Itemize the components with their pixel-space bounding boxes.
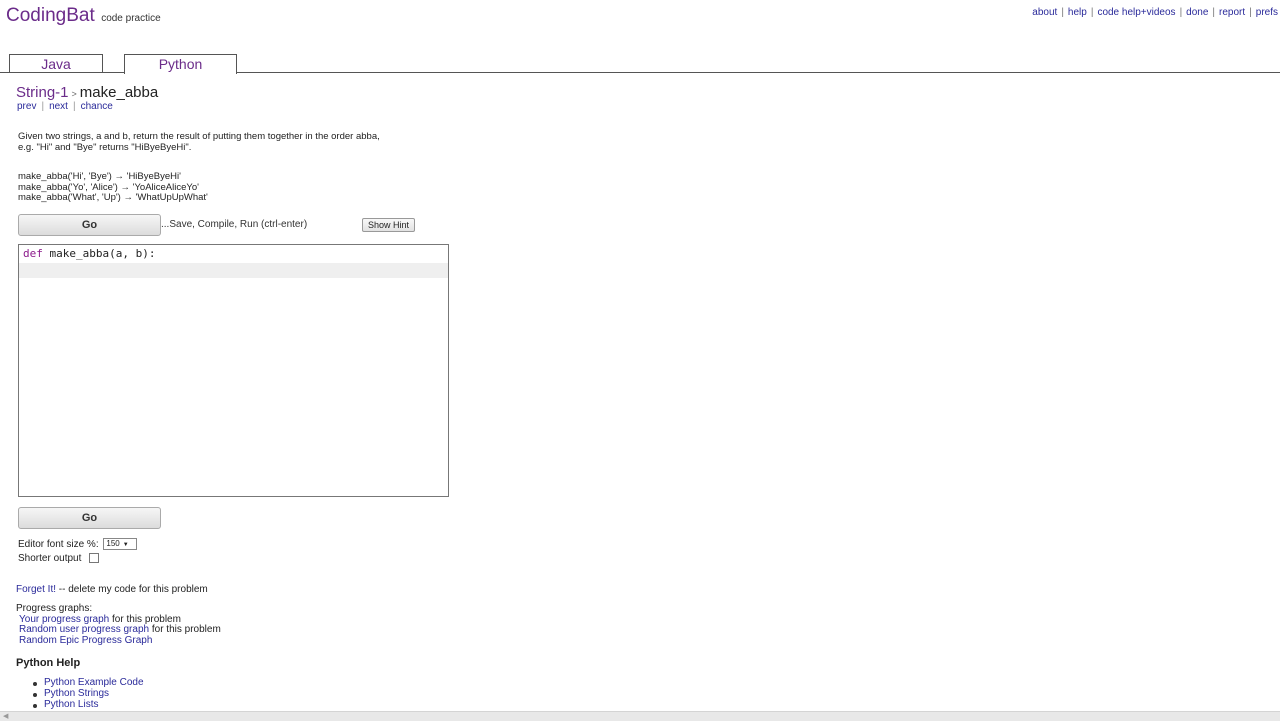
go-button-top[interactable]: Go xyxy=(18,214,161,236)
code-help-videos-link[interactable]: code help+videos xyxy=(1097,7,1175,18)
your-progress-link[interactable]: Your progress graph xyxy=(19,614,109,625)
code-signature: make_abba(a, b): xyxy=(42,247,156,260)
description-line: Given two strings, a and b, return the r… xyxy=(18,131,380,142)
font-size-select[interactable]: 150 ▼ xyxy=(103,538,138,551)
tab-java[interactable]: Java xyxy=(9,54,103,73)
shorter-output-label: Shorter output xyxy=(18,553,82,564)
random-user-progress-link[interactable]: Random user progress graph xyxy=(19,624,149,635)
python-example-code-link[interactable]: Python Example Code xyxy=(44,677,144,688)
chevron-down-icon: ▼ xyxy=(122,542,129,549)
editor-options: Editor font size %: 150 ▼ Shorter output xyxy=(18,538,138,566)
forget-row: Forget It! -- delete my code for this pr… xyxy=(16,584,208,595)
separator: | xyxy=(41,101,45,112)
shorter-output-row: Shorter output xyxy=(18,552,137,566)
site-logo[interactable]: CodingBat xyxy=(6,5,95,26)
site-tagline: code practice xyxy=(101,13,161,24)
tab-python[interactable]: Python xyxy=(124,54,237,74)
separator: | xyxy=(1061,7,1064,18)
active-code-line[interactable] xyxy=(19,263,448,278)
python-help-list: Python Example Code Python Strings Pytho… xyxy=(33,677,144,711)
separator: | xyxy=(1179,7,1183,18)
code-line: def make_abba(a, b): xyxy=(19,246,448,262)
font-size-row: Editor font size %: 150 ▼ xyxy=(18,538,138,552)
progress-row: Random Epic Progress Graph xyxy=(16,635,221,647)
breadcrumb: String-1 > make_abba xyxy=(16,84,158,101)
forget-it-link[interactable]: Forget It! xyxy=(16,584,56,595)
problem-nav: prev | next | chance xyxy=(17,101,113,112)
random-epic-progress-link[interactable]: Random Epic Progress Graph xyxy=(19,635,152,646)
separator: | xyxy=(1090,7,1094,18)
progress-suffix: for this problem xyxy=(149,624,221,635)
python-lists-link[interactable]: Python Lists xyxy=(44,699,98,710)
font-size-value: 150 xyxy=(106,539,120,549)
chance-link[interactable]: chance xyxy=(81,101,113,112)
forget-text: -- delete my code for this problem xyxy=(56,584,208,595)
code-editor[interactable]: def make_abba(a, b): xyxy=(18,244,449,497)
prefs-link[interactable]: prefs xyxy=(1256,7,1278,18)
show-hint-button[interactable]: Show Hint xyxy=(362,218,415,232)
top-nav: about | help | code help+videos | done | report |… xyxy=(1032,7,1278,18)
python-help-heading: Python Help xyxy=(16,657,81,669)
example-line: make_abba('What', 'Up') → 'WhatUpUpWhat' xyxy=(18,192,208,203)
progress-suffix: for this problem xyxy=(109,613,181,625)
site-brand: CodingBat code practice xyxy=(6,5,161,27)
list-item: Python Lists xyxy=(33,699,144,711)
about-link[interactable]: about xyxy=(1032,7,1057,18)
python-strings-link[interactable]: Python Strings xyxy=(44,688,109,699)
separator: | xyxy=(72,101,76,112)
font-size-label: Editor font size %: xyxy=(18,539,99,550)
example-line: make_abba('Hi', 'Bye') → 'HiByeByeHi' xyxy=(18,171,181,182)
go-button-bottom[interactable]: Go xyxy=(18,507,161,529)
description-line: e.g. "Hi" and "Bye" returns "HiByeByeHi"… xyxy=(18,142,192,153)
shorter-output-checkbox[interactable] xyxy=(89,553,100,564)
prev-link[interactable]: prev xyxy=(17,101,36,112)
separator: | xyxy=(1249,7,1252,18)
help-link[interactable]: help xyxy=(1068,7,1087,18)
next-link[interactable]: next xyxy=(49,101,68,112)
breadcrumb-separator: > xyxy=(71,89,77,99)
examples: make_abba('Hi', 'Bye') → 'HiByeByeHi' ma… xyxy=(18,171,208,204)
run-note: ...Save, Compile, Run (ctrl-enter) xyxy=(161,219,308,230)
separator: | xyxy=(1212,7,1216,18)
problem-description: Given two strings, a and b, return the r… xyxy=(18,131,458,153)
breadcrumb-section-link[interactable]: String-1 xyxy=(16,84,69,101)
progress-graphs: Progress graphs: Your progress graph for… xyxy=(16,603,221,647)
report-link[interactable]: report xyxy=(1219,7,1245,18)
code-keyword: def xyxy=(23,247,43,260)
problem-title: make_abba xyxy=(79,84,159,101)
done-link[interactable]: done xyxy=(1186,7,1208,18)
